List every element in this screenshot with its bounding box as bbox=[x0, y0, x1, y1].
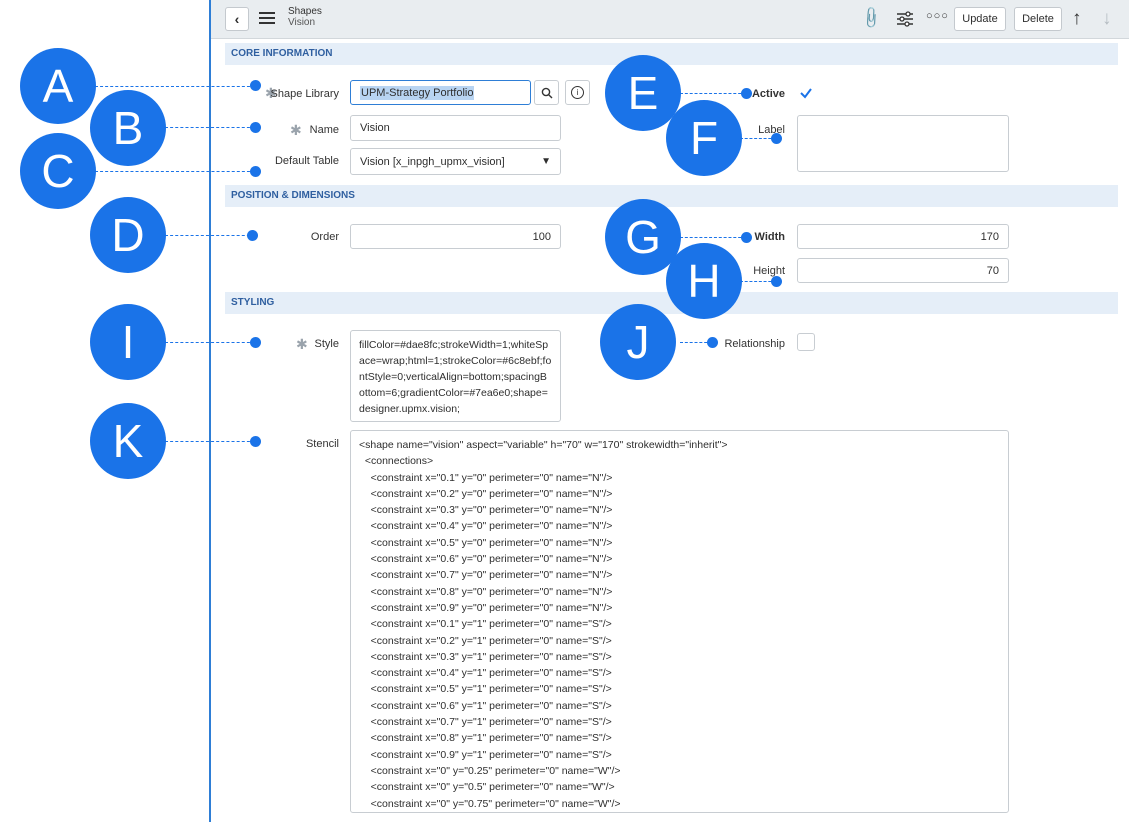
record-title: Shapes bbox=[288, 6, 322, 17]
default-table-select[interactable]: Vision [x_inpgh_upmx_vision] ▼ bbox=[350, 148, 561, 175]
order-value: 100 bbox=[532, 230, 551, 243]
settings-sliders-icon[interactable] bbox=[896, 10, 914, 28]
dropdown-arrow-icon: ▼ bbox=[541, 156, 551, 167]
info-icon: i bbox=[571, 86, 584, 99]
callout-k: K bbox=[90, 403, 166, 479]
width-value: 170 bbox=[980, 230, 999, 243]
callout-b: B bbox=[90, 90, 166, 166]
callout-k-leader bbox=[165, 441, 255, 442]
callout-a: A bbox=[20, 48, 96, 124]
name-label: Name bbox=[309, 124, 339, 136]
width-input[interactable]: 170 bbox=[797, 224, 1009, 249]
order-input[interactable]: 100 bbox=[350, 224, 561, 249]
active-label: Active bbox=[751, 88, 785, 100]
callout-k-dot bbox=[250, 436, 261, 447]
callout-c: C bbox=[20, 133, 96, 209]
hamburger-menu-icon[interactable] bbox=[259, 12, 275, 24]
default-table-value: Vision [x_inpgh_upmx_vision] bbox=[360, 155, 505, 168]
callout-d-dot bbox=[247, 230, 258, 241]
callout-i-leader bbox=[165, 342, 255, 343]
callout-i: I bbox=[90, 304, 166, 380]
form-header: ‹ Shapes Vision 📎 ○○○ Update Delete ↑ ↓ bbox=[211, 0, 1129, 39]
callout-d: D bbox=[90, 197, 166, 273]
arrow-down-icon[interactable]: ↓ bbox=[1102, 8, 1112, 30]
callout-j-dot bbox=[707, 337, 718, 348]
shape-library-value: UPM-Strategy Portfolio bbox=[360, 85, 475, 100]
callout-e-dot bbox=[741, 88, 752, 99]
checkmark-icon bbox=[800, 88, 812, 99]
delete-button[interactable]: Delete bbox=[1014, 7, 1062, 31]
order-label: Order bbox=[310, 231, 339, 243]
lookup-button[interactable] bbox=[534, 80, 559, 105]
callout-h-dot bbox=[771, 276, 782, 287]
callout-a-dot bbox=[250, 80, 261, 91]
stencil-label: Stencil bbox=[305, 438, 339, 450]
callout-b-leader bbox=[165, 127, 255, 128]
callout-e-leader bbox=[680, 93, 746, 94]
record-subtitle: Vision bbox=[288, 17, 316, 28]
callout-g-dot bbox=[741, 232, 752, 243]
callout-c-dot bbox=[250, 166, 261, 177]
paperclip-icon[interactable]: 📎 bbox=[858, 5, 884, 31]
shape-library-label: Shape Library bbox=[270, 88, 340, 100]
default-table-label: Default Table bbox=[274, 155, 339, 167]
callout-i-dot bbox=[250, 337, 261, 348]
shape-library-input[interactable]: UPM-Strategy Portfolio bbox=[350, 80, 531, 105]
callout-a-leader bbox=[95, 86, 255, 87]
chevron-left-icon: ‹ bbox=[234, 11, 240, 27]
label-textarea[interactable] bbox=[797, 115, 1009, 172]
callout-g-leader bbox=[680, 237, 746, 238]
callout-c-leader bbox=[95, 171, 255, 172]
arrow-up-icon[interactable]: ↑ bbox=[1072, 8, 1082, 30]
name-input[interactable]: Vision bbox=[350, 115, 561, 141]
callout-f: F bbox=[666, 100, 742, 176]
height-value: 70 bbox=[986, 264, 999, 277]
update-button[interactable]: Update bbox=[954, 7, 1006, 31]
preview-info-button[interactable]: i bbox=[565, 80, 590, 105]
section-core-information: CORE INFORMATION bbox=[225, 43, 1118, 65]
stencil-textarea[interactable]: <shape name="vision" aspect="variable" h… bbox=[350, 430, 1009, 813]
more-options-icon[interactable]: ○○○ bbox=[926, 10, 949, 22]
relationship-checkbox[interactable] bbox=[797, 333, 815, 351]
search-icon bbox=[541, 87, 552, 98]
callout-b-dot bbox=[250, 122, 261, 133]
back-button[interactable]: ‹ bbox=[225, 7, 249, 31]
name-value: Vision bbox=[360, 122, 390, 134]
callout-f-dot bbox=[771, 133, 782, 144]
callout-j: J bbox=[600, 304, 676, 380]
active-checkbox[interactable] bbox=[797, 84, 815, 102]
section-position-dimensions: POSITION & DIMENSIONS bbox=[225, 185, 1118, 207]
callout-h: H bbox=[666, 243, 742, 319]
height-input[interactable]: 70 bbox=[797, 258, 1009, 283]
callout-d-leader bbox=[165, 235, 255, 236]
style-textarea[interactable]: fillColor=#dae8fc;strokeWidth=1;whiteSpa… bbox=[350, 330, 561, 422]
style-label: Style bbox=[314, 338, 339, 350]
